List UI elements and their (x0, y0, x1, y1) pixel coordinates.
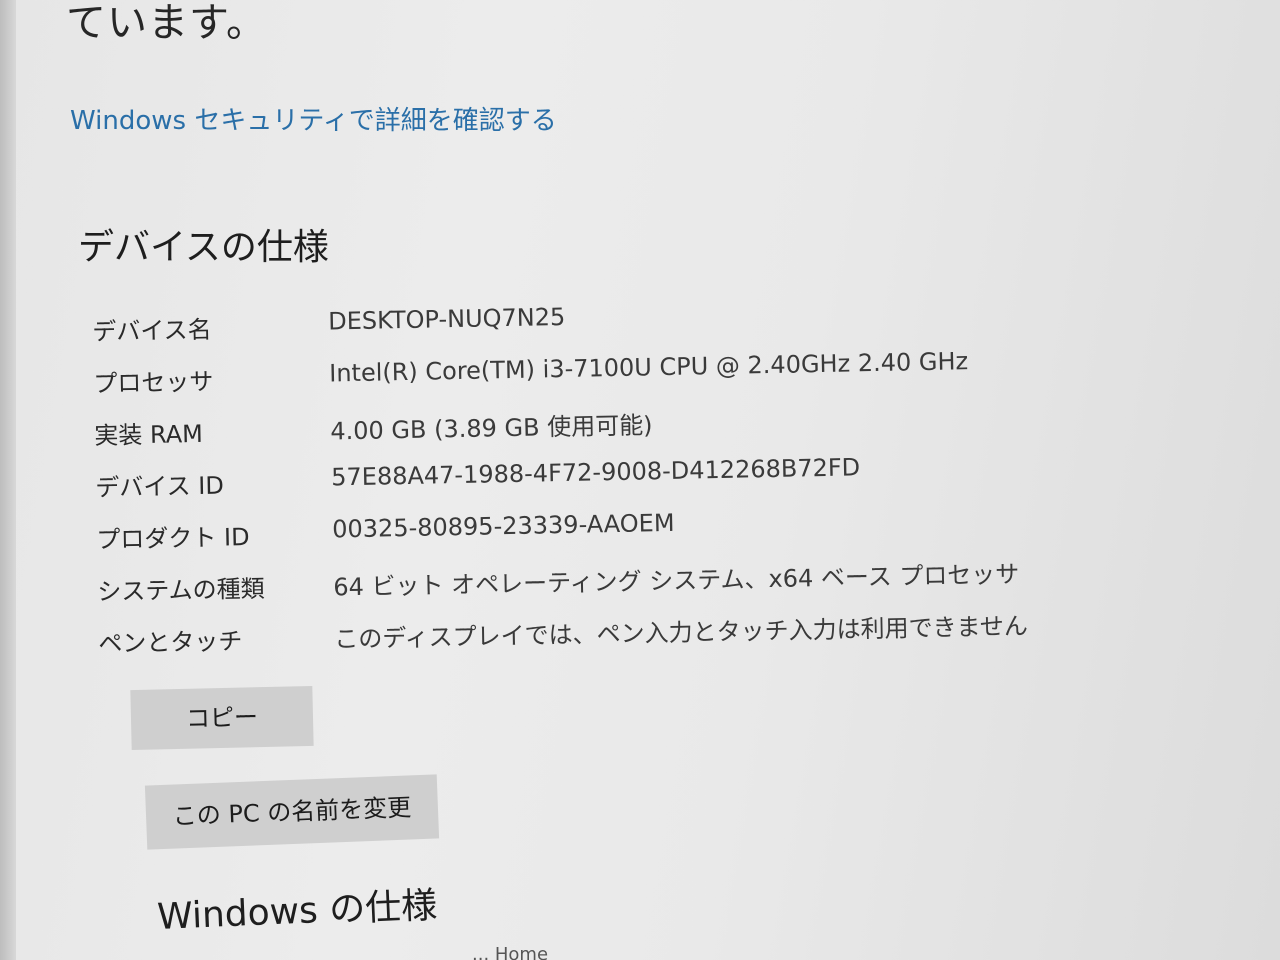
spec-row-system-type: システムの種類 64 ビット オペレーティング システム、x64 ベース プロセ… (97, 560, 1019, 624)
windows-edition-value: ... Home (472, 944, 549, 960)
spec-label: プロセッサ (93, 367, 214, 398)
copy-button[interactable]: コピー (130, 685, 314, 751)
rename-pc-button[interactable]: この PC の名前を変更 (144, 774, 440, 850)
spec-row-ram: 実装 RAM 4.00 GB (3.89 GB 使用可能) (94, 411, 653, 468)
spec-value: 4.00 GB (3.89 GB 使用可能) (330, 411, 653, 446)
windows-security-link[interactable]: Windows セキュリティで詳細を確認する (70, 100, 557, 137)
spec-row-processor: プロセッサ Intel(R) Core(TM) i3-7100U CPU @ 2… (93, 347, 968, 416)
spec-label: プロダクト ID (96, 523, 250, 554)
spec-value: このディスプレイでは、ペン入力とタッチ入力は利用できません (334, 612, 1029, 654)
spec-value: DESKTOP-NUQ7N25 (327, 302, 566, 336)
spec-row-pen-touch: ペンとタッチ このディスプレイでは、ペン入力とタッチ入力は利用できません (98, 612, 1028, 676)
intro-text-tail: ています。 (66, 0, 267, 46)
spec-label: デバイス ID (95, 471, 225, 502)
spec-value: 64 ビット オペレーティング システム、x64 ベース プロセッサ (333, 560, 1020, 602)
spec-value: Intel(R) Core(TM) i3-7100U CPU @ 2.40GHz… (328, 347, 969, 388)
spec-value: 57E88A47-1988-4F72-9008-D412268B72FD (330, 453, 861, 492)
spec-label: 実装 RAM (94, 419, 204, 450)
spec-label: デバイス名 (92, 315, 212, 346)
device-specs-table: デバイス名 DESKTOP-NUQ7N25 プロセッサ Intel(R) Cor… (92, 303, 1028, 676)
spec-label: ペンとタッチ (98, 627, 243, 658)
spec-row-device-id: デバイス ID 57E88A47-1988-4F72-9008-D412268B… (95, 453, 860, 520)
windows-specs-title: Windows の仕様 (156, 885, 439, 938)
spec-value: 00325-80895-23339-AAOEM (331, 508, 675, 544)
spec-row-product-id: プロダクト ID 00325-80895-23339-AAOEM (96, 509, 675, 572)
about-settings-page: ています。 Windows セキュリティで詳細を確認する デバイスの仕様 デバイ… (0, 0, 1280, 960)
spec-label: システムの種類 (97, 574, 265, 606)
device-specs-title: デバイスの仕様 (78, 227, 329, 268)
spec-row-device-name: デバイス名 DESKTOP-NUQ7N25 (92, 303, 565, 364)
